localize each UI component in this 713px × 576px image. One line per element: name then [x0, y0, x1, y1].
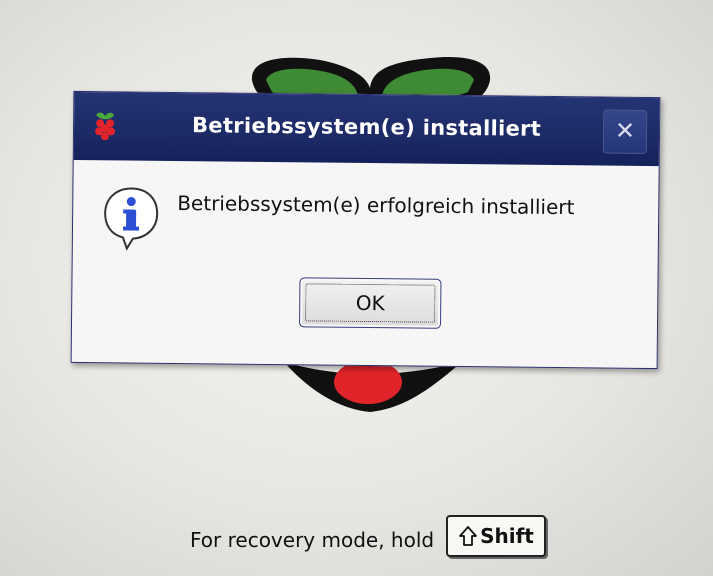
ok-button[interactable]: OK	[298, 277, 442, 329]
dialog-title: Betriebssystem(e) installiert	[191, 113, 542, 141]
recovery-hint-text: For recovery mode, hold	[190, 528, 435, 552]
shift-key-icon: Shift	[446, 515, 546, 557]
close-icon: ✕	[614, 116, 636, 145]
dialog-titlebar[interactable]: Betriebssystem(e) installiert ✕	[73, 91, 660, 167]
dialog-message: Betriebssystem(e) erfolgreich installier…	[177, 191, 575, 220]
installation-complete-dialog: Betriebssystem(e) installiert ✕ Betriebs…	[70, 90, 661, 370]
shift-key-label: Shift	[480, 524, 534, 548]
recovery-hint: For recovery mode, hold Shift	[190, 515, 546, 560]
ok-button-label: OK	[355, 290, 385, 316]
close-button[interactable]: ✕	[602, 109, 648, 154]
shift-arrow-icon	[459, 526, 477, 546]
info-speech-bubble-icon	[104, 187, 159, 251]
